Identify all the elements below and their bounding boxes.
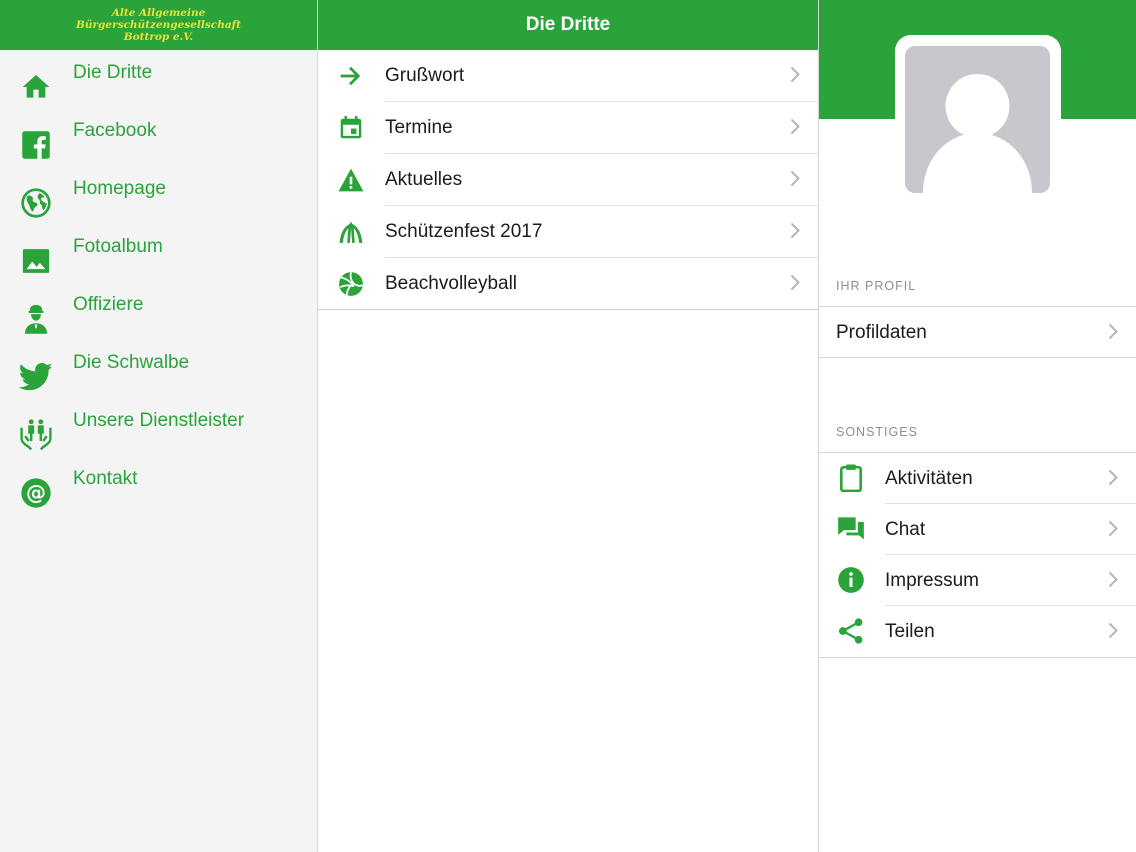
club-logo[interactable]: Alte Allgemeine Bürgerschützengesellscha… — [0, 0, 317, 50]
list-item-termine[interactable]: Termine — [318, 102, 818, 154]
menu-item-chat[interactable]: Chat — [819, 504, 1136, 555]
menu-item-label: Impressum — [885, 570, 979, 591]
chevron-right-icon — [1108, 520, 1118, 537]
chevron-right-icon — [1108, 571, 1118, 588]
logo-line-3: Bottrop e.V. — [123, 31, 194, 43]
sidebar-item-homepage[interactable]: Homepage — [0, 177, 317, 235]
svg-text:@: @ — [26, 481, 46, 505]
list-item-label: Beachvolleyball — [385, 273, 518, 294]
sidebar-item-die-dritte[interactable]: Die Dritte — [0, 61, 317, 119]
people-hands-icon — [18, 417, 54, 453]
person-placeholder-icon — [923, 74, 1032, 193]
chevron-right-icon — [790, 274, 800, 291]
menu-item-label: Teilen — [885, 621, 935, 642]
list-item-label: Schützenfest 2017 — [385, 221, 543, 242]
bird-icon — [18, 359, 54, 395]
sidebar-item-label: Fotoalbum — [73, 236, 163, 257]
list-item-beachvolleyball[interactable]: Beachvolleyball — [318, 258, 818, 310]
page-title: Die Dritte — [525, 14, 611, 35]
list-item-schuetzenfest-2017[interactable]: Schützenfest 2017 — [318, 206, 818, 258]
menu-item-teilen[interactable]: Teilen — [819, 606, 1136, 657]
menu-item-label: Aktivitäten — [885, 468, 973, 489]
chevron-right-icon — [790, 66, 800, 83]
main-panel: Die Dritte Grußwort Termine Aktuelles Sc… — [318, 0, 819, 852]
list-item-label: Aktuelles — [385, 169, 463, 190]
sidebar-item-label: Kontakt — [73, 468, 138, 489]
profile-panel: IHR PROFIL Profildaten SONSTIGES Aktivit… — [819, 0, 1136, 852]
list-item-aktuelles[interactable]: Aktuelles — [318, 154, 818, 206]
warning-icon — [338, 167, 364, 193]
sidebar-item-label: Unsere Dienstleister — [73, 410, 245, 431]
logo-line-1: Alte Allgemeine — [111, 7, 206, 19]
sidebar-item-offiziere[interactable]: Offiziere — [0, 293, 317, 351]
home-icon — [18, 69, 54, 105]
list-item-grusswort[interactable]: Grußwort — [318, 50, 818, 102]
facebook-icon — [18, 127, 54, 163]
sidebar-item-label: Die Dritte — [73, 62, 153, 83]
officer-icon — [18, 301, 54, 337]
globe-icon — [18, 185, 54, 221]
share-icon — [837, 617, 865, 645]
chevron-right-icon — [790, 170, 800, 187]
sidebar: Alte Allgemeine Bürgerschützengesellscha… — [0, 0, 318, 852]
sidebar-item-label: Offiziere — [73, 294, 144, 315]
profildaten-item[interactable]: Profildaten — [819, 307, 1136, 358]
sidebar-item-label: Homepage — [73, 178, 166, 199]
list-item-label: Grußwort — [385, 65, 465, 86]
menu-item-impressum[interactable]: Impressum — [819, 555, 1136, 606]
chat-icon — [837, 515, 865, 543]
sidebar-item-die-schwalbe[interactable]: Die Schwalbe — [0, 351, 317, 409]
sidebar-item-unsere-dienstleister[interactable]: Unsere Dienstleister — [0, 409, 317, 467]
main-header: Die Dritte — [318, 0, 818, 50]
menu-item-label: Chat — [885, 519, 926, 540]
divider — [318, 309, 818, 310]
sidebar-item-fotoalbum[interactable]: Fotoalbum — [0, 235, 317, 293]
sidebar-item-label: Facebook — [73, 120, 157, 141]
avatar — [905, 46, 1050, 193]
arrow-right-icon — [338, 63, 364, 89]
chevron-right-icon — [790, 118, 800, 135]
divider — [819, 357, 1136, 358]
clipboard-icon — [837, 464, 865, 492]
list-item-label: Termine — [385, 117, 453, 138]
sidebar-item-facebook[interactable]: Facebook — [0, 119, 317, 177]
at-icon: @ — [18, 475, 54, 511]
chevron-right-icon — [1108, 323, 1118, 340]
volleyball-icon — [338, 271, 364, 297]
chevron-right-icon — [1108, 622, 1118, 639]
divider — [819, 657, 1136, 658]
sidebar-item-label: Die Schwalbe — [73, 352, 190, 373]
calendar-icon — [338, 115, 364, 141]
logo-line-2: Bürgerschützengesellschaft — [76, 19, 241, 31]
tent-icon — [338, 219, 364, 245]
section-header-other: SONSTIGES — [836, 425, 918, 439]
section-header-profile: IHR PROFIL — [836, 279, 917, 293]
profildaten-label: Profildaten — [836, 322, 927, 343]
sidebar-item-kontakt[interactable]: @ Kontakt — [0, 467, 317, 525]
menu-item-aktivitaeten[interactable]: Aktivitäten — [819, 453, 1136, 504]
chevron-right-icon — [790, 222, 800, 239]
chevron-right-icon — [1108, 469, 1118, 486]
info-icon — [837, 566, 865, 594]
image-icon — [18, 243, 54, 279]
avatar-frame[interactable] — [895, 35, 1061, 203]
